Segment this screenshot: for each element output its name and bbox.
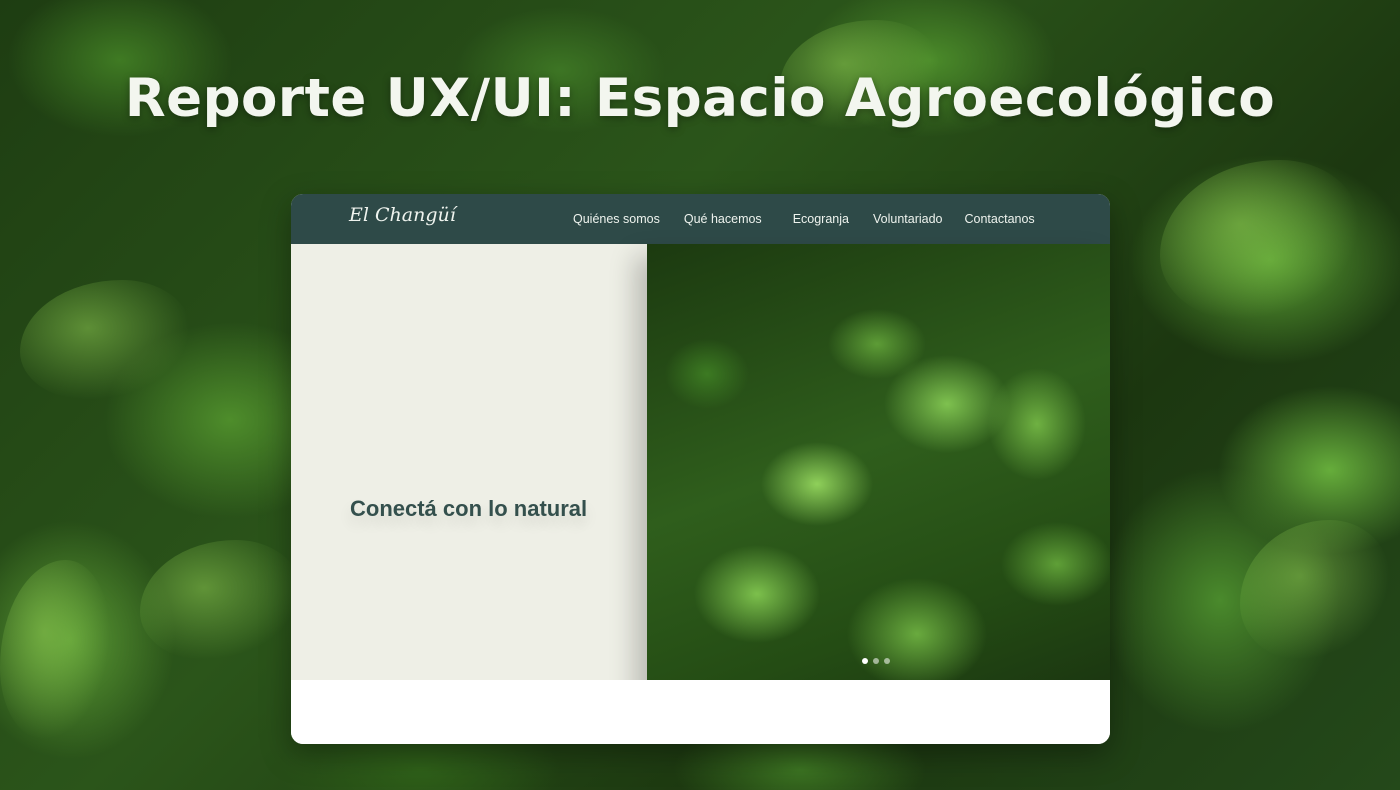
site-navbar: El Changüí Quiénes somos Qué hacemos Eco… bbox=[291, 194, 1110, 244]
hero-carousel-image[interactable] bbox=[647, 244, 1110, 703]
nav-item-voluntariado[interactable]: Voluntariado bbox=[873, 212, 943, 226]
nav-item-ecogranja[interactable]: Ecogranja bbox=[793, 212, 849, 226]
page-title: Reporte UX/UI: Espacio Agroecológico bbox=[124, 68, 1276, 129]
carousel-dot-3[interactable] bbox=[884, 658, 890, 664]
carousel-dot-2[interactable] bbox=[873, 658, 879, 664]
nav-menu: Quiénes somos Qué hacemos Ecogranja Volu… bbox=[573, 212, 1059, 226]
website-mockup: El Changüí Quiénes somos Qué hacemos Eco… bbox=[291, 194, 1110, 744]
carousel-dot-1[interactable] bbox=[862, 658, 868, 664]
below-fold-section bbox=[291, 680, 1110, 744]
nav-item-que-hacemos[interactable]: Qué hacemos bbox=[684, 212, 762, 226]
site-logo[interactable]: El Changüí bbox=[349, 204, 456, 226]
hero-text-panel: Conectá con lo natural bbox=[291, 244, 651, 680]
nav-item-quienes-somos[interactable]: Quiénes somos bbox=[573, 212, 660, 226]
nav-item-contactanos[interactable]: Contactanos bbox=[965, 212, 1035, 226]
hero-headline: Conectá con lo natural bbox=[350, 496, 588, 521]
carousel-dots bbox=[862, 658, 895, 664]
